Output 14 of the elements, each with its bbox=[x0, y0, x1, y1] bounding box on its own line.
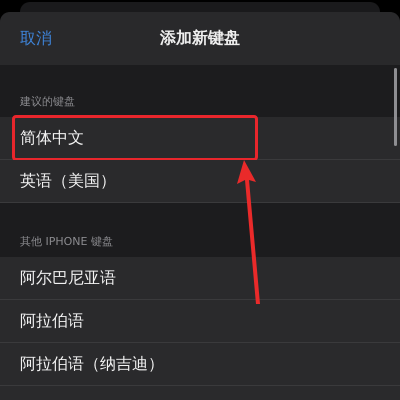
keyboard-name: 英语（美国） bbox=[20, 170, 116, 192]
keyboard-name: 阿尔巴尼亚语 bbox=[20, 268, 116, 288]
keyboard-row[interactable]: 英语（美国） bbox=[0, 160, 400, 203]
keyboard-row[interactable]: 阿拉伯语（纳吉迪） bbox=[0, 343, 400, 386]
keyboard-row[interactable]: 阿拉伯语 bbox=[0, 300, 400, 343]
keyboard-row[interactable]: 简体中文 bbox=[0, 117, 400, 160]
section-header: 建议的键盘 bbox=[20, 94, 75, 109]
cancel-button[interactable]: 取消 bbox=[20, 28, 52, 49]
keyboard-name: 简体中文 bbox=[20, 128, 84, 148]
keyboard-name: 阿拉伯语 bbox=[20, 310, 84, 332]
section-header: 其他 IPHONE 键盘 bbox=[20, 234, 113, 249]
sheet-title: 添加新键盘 bbox=[160, 28, 240, 49]
keyboard-name: 阿拉伯语（纳吉迪） bbox=[20, 354, 164, 374]
keyboard-row[interactable]: 阿尔巴尼亚语 bbox=[0, 257, 400, 300]
